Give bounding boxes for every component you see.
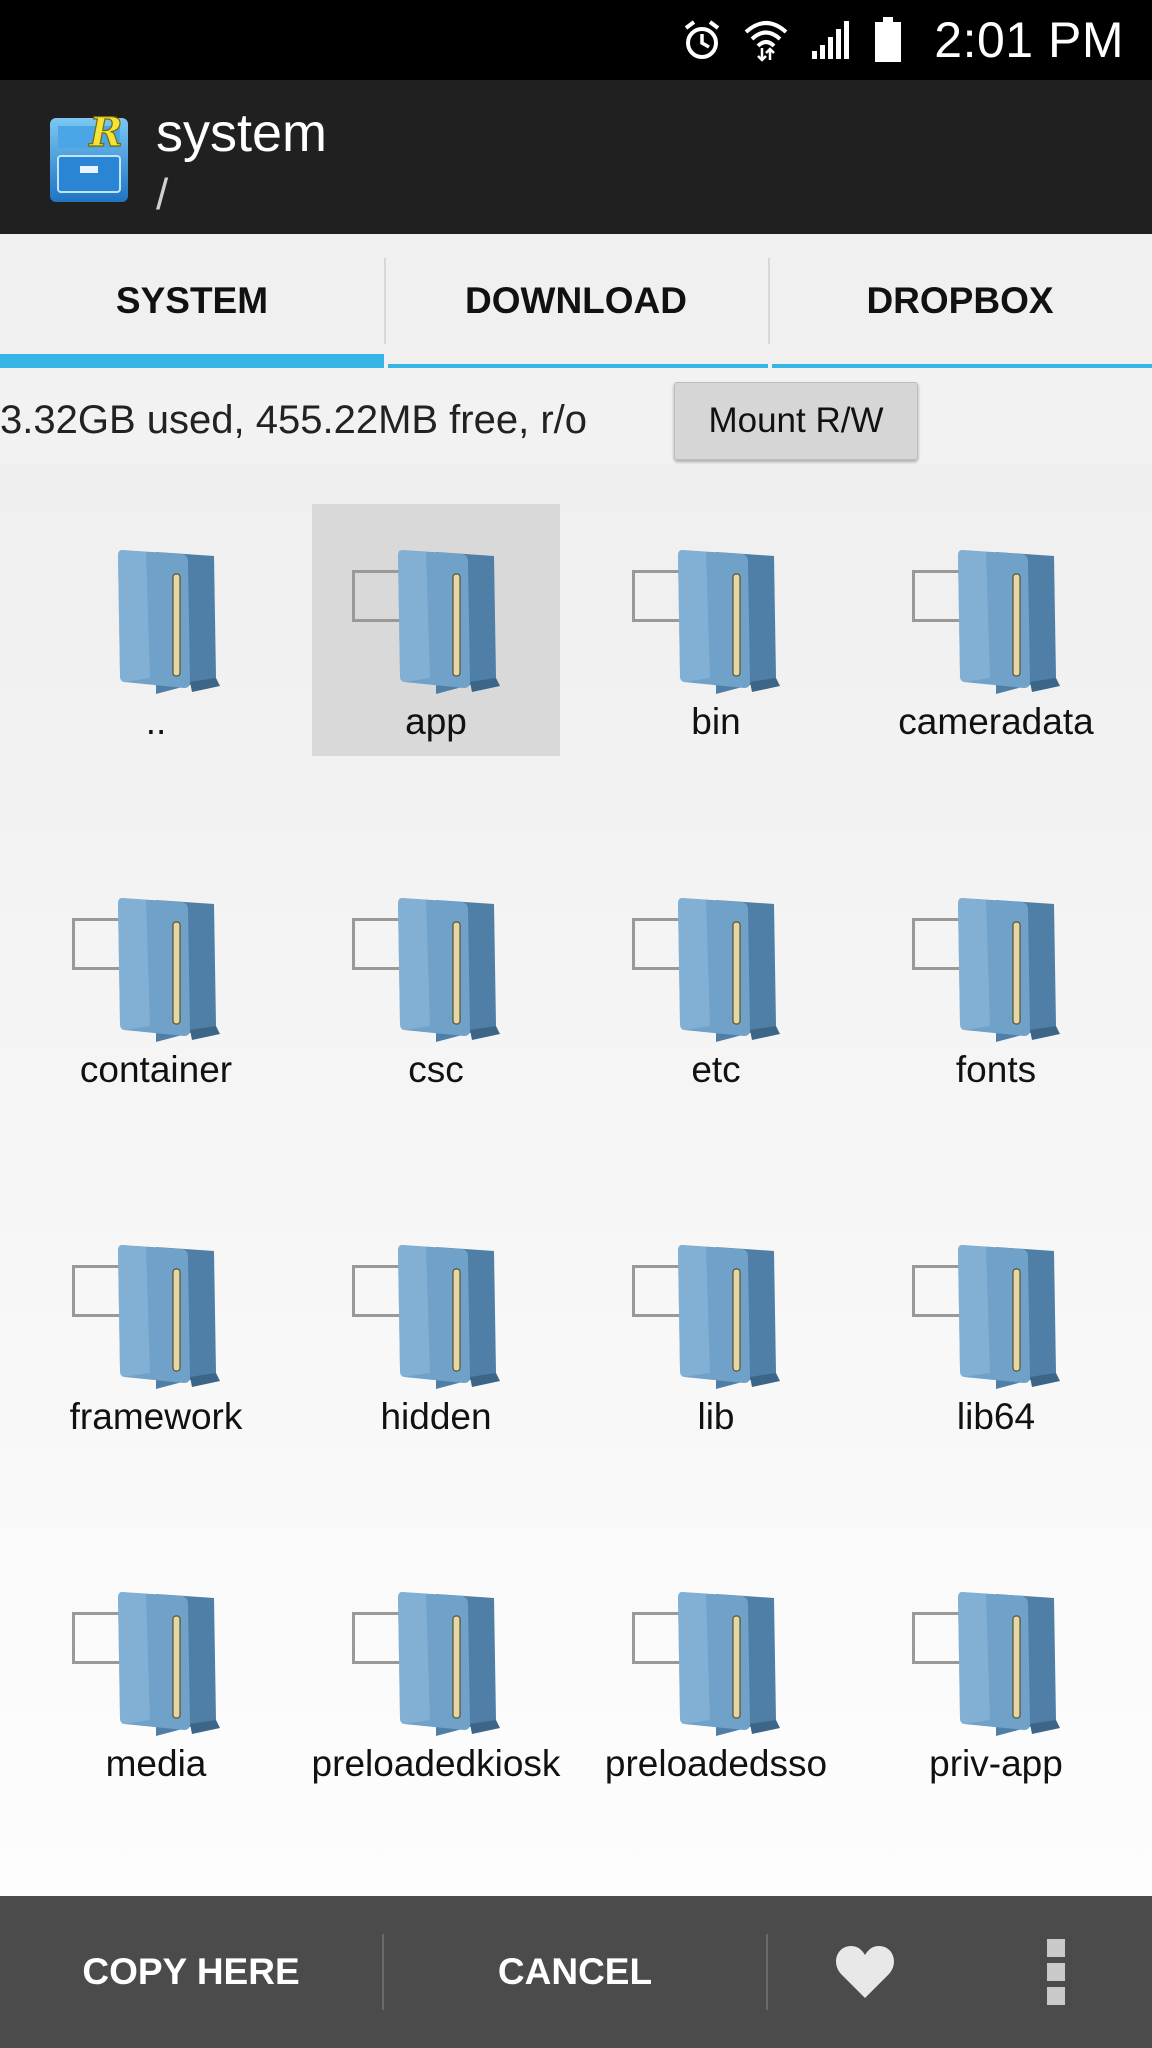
folder-name: container [79, 1049, 233, 1090]
action-bar: R system / [0, 80, 1152, 234]
status-bar: 2:01 PM [0, 0, 1152, 80]
folder-item[interactable]: preloadedkiosk [296, 1546, 576, 1798]
folder-icon [118, 550, 220, 694]
folder-name: lib64 [956, 1396, 1036, 1437]
folder-name: csc [408, 1049, 464, 1090]
folder-icon [958, 1592, 1060, 1736]
battery-icon [875, 17, 902, 62]
folder-item[interactable]: framework [16, 1199, 296, 1451]
status-time: 2:01 PM [934, 12, 1124, 68]
current-path: / [156, 170, 169, 219]
folder-icon [398, 1245, 500, 1389]
folder-item[interactable]: bin [576, 504, 856, 756]
folder-item[interactable]: media [16, 1546, 296, 1798]
folder-name: preloadedkiosk [311, 1743, 561, 1784]
overflow-menu-button[interactable] [1020, 1896, 1092, 2048]
folder-item[interactable]: csc [296, 852, 576, 1104]
alarm-icon [685, 20, 720, 59]
folder-icon [958, 550, 1060, 694]
status-icons: 2:01 PM [682, 0, 1124, 80]
folder-name: etc [691, 1049, 741, 1090]
folder-item[interactable]: cameradata [856, 504, 1136, 756]
page-title: system [156, 103, 328, 163]
folder-name: preloadedsso [604, 1743, 828, 1784]
folder-name: framework [69, 1396, 243, 1437]
folder-icon [398, 898, 500, 1042]
folder-name: .. [145, 701, 167, 742]
folder-item[interactable]: etc [576, 852, 856, 1104]
divider [766, 1934, 768, 2010]
folder-icon [118, 1592, 220, 1736]
folder-grid: .. app bin cameradata container csc etc fonts fr… [0, 464, 1152, 1896]
folder-name: bin [691, 701, 741, 742]
folder-icon [678, 550, 780, 694]
tab-system[interactable]: SYSTEM [0, 234, 384, 368]
folder-name: fonts [955, 1049, 1037, 1090]
favorite-button[interactable] [800, 1896, 930, 2048]
folder-icon [958, 898, 1060, 1042]
folder-name: lib [697, 1396, 735, 1437]
storage-info-row: 3.32GB used, 455.22MB free, r/o [0, 380, 1152, 464]
svg-text:R: R [88, 109, 122, 156]
folder-name: hidden [380, 1396, 492, 1437]
folder-item[interactable]: lib [576, 1199, 856, 1451]
overflow-menu-icon [1047, 1939, 1065, 2005]
tab-dropbox[interactable]: DROPBOX [768, 234, 1152, 368]
folder-item[interactable]: hidden [296, 1199, 576, 1451]
folder-name: priv-app [929, 1743, 1063, 1784]
folder-icon [678, 898, 780, 1042]
tab-download[interactable]: DOWNLOAD [384, 234, 768, 368]
mount-rw-button[interactable]: Mount R/W [674, 382, 918, 460]
folder-item[interactable]: preloadedsso [576, 1546, 856, 1798]
folder-icon [958, 1245, 1060, 1389]
folder-icon [398, 1592, 500, 1736]
folder-item[interactable]: container [16, 852, 296, 1104]
folder-name: media [105, 1743, 207, 1784]
signal-icon [812, 21, 850, 59]
app-logo-icon[interactable]: R [46, 108, 132, 206]
folder-item[interactable]: .. [16, 504, 296, 756]
folder-name: cameradata [898, 701, 1094, 742]
folder-item[interactable]: priv-app [856, 1546, 1136, 1798]
copy-here-button[interactable]: COPY HERE [0, 1896, 382, 2048]
folder-item[interactable]: lib64 [856, 1199, 1136, 1451]
storage-info: 3.32GB used, 455.22MB free, r/o [0, 398, 588, 442]
folder-item[interactable]: fonts [856, 852, 1136, 1104]
folder-name: app [405, 701, 467, 742]
folder-icon [118, 898, 220, 1042]
heart-icon [836, 1946, 894, 1998]
folder-item[interactable]: app [312, 504, 560, 756]
tab-bar: SYSTEM DOWNLOAD DROPBOX [0, 234, 1152, 368]
folder-icon [118, 1245, 220, 1389]
folder-icon [678, 1245, 780, 1389]
folder-icon [678, 1592, 780, 1736]
bottom-action-bar: COPY HERE CANCEL [0, 1896, 1152, 2048]
folder-icon [398, 550, 500, 694]
cancel-button[interactable]: CANCEL [384, 1896, 766, 2048]
wifi-icon [744, 21, 788, 62]
